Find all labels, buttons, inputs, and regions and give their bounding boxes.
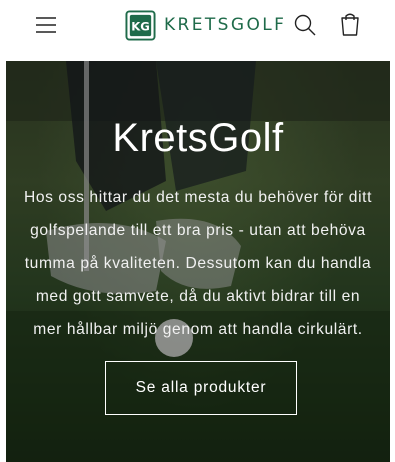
menu-icon[interactable]: [34, 13, 58, 37]
logo-text: KRETSGOLF: [164, 15, 287, 35]
hero-title: KretsGolf: [112, 116, 284, 160]
svg-text:KG: KG: [131, 19, 150, 33]
site-logo[interactable]: KG KRETSGOLF: [125, 9, 286, 41]
logo-mark-icon: KG: [125, 9, 156, 41]
hero-banner: KretsGolf Hos oss hittar du det mesta du…: [6, 61, 390, 462]
hero-description: Hos oss hittar du det mesta du behöver f…: [23, 189, 373, 338]
search-icon[interactable]: [292, 12, 318, 38]
site-header: KG KRETSGOLF: [0, 0, 395, 54]
view-all-products-button[interactable]: Se alla produkter: [105, 361, 297, 415]
cart-icon[interactable]: [336, 11, 364, 39]
